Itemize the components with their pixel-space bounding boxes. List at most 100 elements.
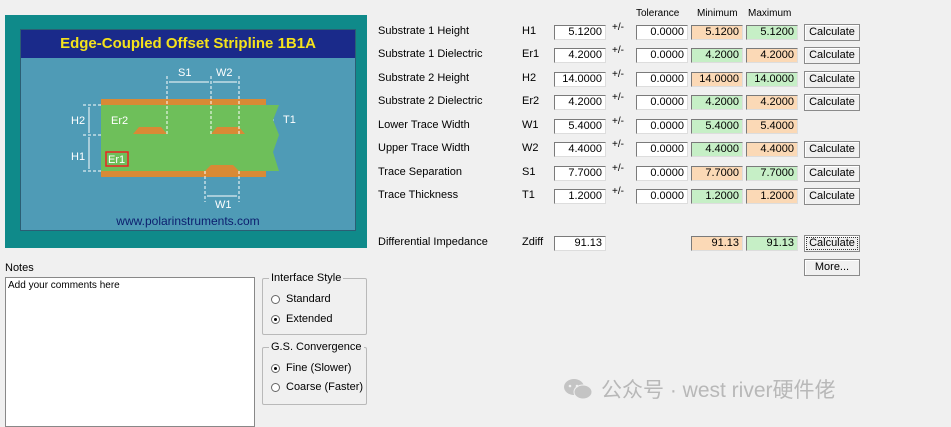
param-plusminus: +/- <box>612 92 624 103</box>
param-label: Trace Separation <box>378 166 462 178</box>
bottom-plane <box>101 171 266 177</box>
impedance-symbol: Zdiff <box>522 236 544 248</box>
watermark: 公众号 · west river硬件佬 <box>563 374 836 404</box>
top-plane <box>101 99 266 105</box>
radio-fine[interactable]: Fine (Slower) <box>271 362 351 374</box>
param-plusminus: +/- <box>612 163 624 174</box>
param-tolerance-input[interactable]: 0.0000 <box>636 95 688 110</box>
param-label: Lower Trace Width <box>378 119 470 131</box>
param-symbol: Er1 <box>522 48 540 60</box>
param-calculate-button[interactable]: Calculate <box>804 71 860 88</box>
header-maximum: Maximum <box>748 8 792 19</box>
param-plusminus: +/- <box>612 139 624 150</box>
param-min-value: 4.2000 <box>691 95 743 110</box>
trace-lower <box>205 165 239 171</box>
param-symbol: H2 <box>522 72 537 84</box>
param-max-value: 7.7000 <box>746 166 798 181</box>
param-label: Substrate 1 Height <box>378 25 470 37</box>
label-s1: S1 <box>178 67 191 79</box>
label-er2: Er2 <box>111 115 128 127</box>
interface-style-group: Interface Style Standard Extended <box>262 272 367 335</box>
radio-coarse-label: Coarse (Faster) <box>286 381 364 393</box>
param-label: Substrate 1 Dielectric <box>378 48 483 60</box>
label-w1: W1 <box>215 199 232 211</box>
param-value-input[interactable]: 4.2000 <box>554 95 606 110</box>
diagram-url: www.polarinstruments.com <box>116 214 260 228</box>
param-value-input[interactable]: 5.1200 <box>554 25 606 40</box>
wechat-icon <box>564 379 593 400</box>
param-max-value: 4.2000 <box>746 95 798 110</box>
radio-fine-indicator[interactable] <box>271 363 280 373</box>
stackup-drawing: S1 W2 T1 H2 Er2 H1 Er1 W1 <box>71 67 296 211</box>
param-calculate-button[interactable]: Calculate <box>804 47 860 64</box>
param-max-value: 5.1200 <box>746 25 798 40</box>
param-value-input[interactable]: 4.4000 <box>554 142 606 157</box>
radio-coarse-indicator[interactable] <box>271 382 280 392</box>
impedance-max: 91.13 <box>746 236 798 251</box>
param-symbol: W1 <box>522 119 539 131</box>
param-min-value: 4.4000 <box>691 142 743 157</box>
radio-extended[interactable]: Extended <box>271 313 332 325</box>
param-label: Trace Thickness <box>378 189 459 201</box>
param-value-input[interactable]: 1.2000 <box>554 189 606 204</box>
param-tolerance-input[interactable]: 0.0000 <box>636 72 688 87</box>
param-min-value: 4.2000 <box>691 48 743 63</box>
impedance-calculate-button[interactable]: Calculate <box>804 235 860 252</box>
param-calculate-button[interactable]: Calculate <box>804 24 860 41</box>
diagram-canvas: Edge-Coupled Offset Stripline 1B1A S1 W2… <box>20 29 356 231</box>
param-tolerance-input[interactable]: 0.0000 <box>636 166 688 181</box>
param-tolerance-input[interactable]: 0.0000 <box>636 119 688 134</box>
radio-standard-label: Standard <box>286 293 331 305</box>
param-plusminus: +/- <box>612 186 624 197</box>
notes-textarea[interactable]: Add your comments here <box>5 277 255 427</box>
convergence-title: G.S. Convergence <box>269 341 364 353</box>
label-t1: T1 <box>283 114 296 126</box>
impedance-min: 91.13 <box>691 236 743 251</box>
radio-coarse[interactable]: Coarse (Faster) <box>271 381 363 393</box>
param-value-input[interactable]: 4.2000 <box>554 48 606 63</box>
param-tolerance-input[interactable]: 0.0000 <box>636 48 688 63</box>
label-er1: Er1 <box>108 154 125 166</box>
more-button[interactable]: More... <box>804 259 860 276</box>
convergence-group: G.S. Convergence Fine (Slower) Coarse (F… <box>262 341 367 405</box>
param-calculate-button[interactable]: Calculate <box>804 165 860 182</box>
param-label: Substrate 2 Dielectric <box>378 95 483 107</box>
param-value-input[interactable]: 14.0000 <box>554 72 606 87</box>
param-symbol: H1 <box>522 25 537 37</box>
param-max-value: 4.2000 <box>746 48 798 63</box>
param-plusminus: +/- <box>612 22 624 33</box>
label-h2: H2 <box>71 115 85 127</box>
impedance-value[interactable]: 91.13 <box>554 236 606 251</box>
interface-style-title: Interface Style <box>269 272 344 284</box>
radio-fine-label: Fine (Slower) <box>286 362 352 374</box>
param-calculate-button[interactable]: Calculate <box>804 188 860 205</box>
radio-standard[interactable]: Standard <box>271 293 331 305</box>
radio-extended-indicator[interactable] <box>271 314 280 324</box>
param-label: Upper Trace Width <box>378 142 470 154</box>
trace-right <box>211 127 245 134</box>
param-max-value: 14.0000 <box>746 72 798 87</box>
trace-left <box>133 127 167 134</box>
param-tolerance-input[interactable]: 0.0000 <box>636 189 688 204</box>
param-calculate-button[interactable]: Calculate <box>804 94 860 111</box>
notes-label: Notes <box>5 262 34 274</box>
param-value-input[interactable]: 7.7000 <box>554 166 606 181</box>
param-tolerance-input[interactable]: 0.0000 <box>636 142 688 157</box>
watermark-text: 公众号 · west river硬件佬 <box>601 379 836 402</box>
param-plusminus: +/- <box>612 69 624 80</box>
impedance-label: Differential Impedance <box>378 236 488 248</box>
param-min-value: 5.4000 <box>691 119 743 134</box>
param-max-value: 5.4000 <box>746 119 798 134</box>
radio-extended-label: Extended <box>286 313 333 325</box>
param-symbol: W2 <box>522 142 539 154</box>
param-label: Substrate 2 Height <box>378 72 470 84</box>
radio-standard-indicator[interactable] <box>271 294 280 304</box>
param-max-value: 1.2000 <box>746 189 798 204</box>
stackup-diagram: Edge-Coupled Offset Stripline 1B1A S1 W2… <box>5 15 367 248</box>
header-tolerance: Tolerance <box>636 8 680 19</box>
param-plusminus: +/- <box>612 45 624 56</box>
param-min-value: 7.7000 <box>691 166 743 181</box>
param-tolerance-input[interactable]: 0.0000 <box>636 25 688 40</box>
param-value-input[interactable]: 5.4000 <box>554 119 606 134</box>
param-calculate-button[interactable]: Calculate <box>804 141 860 158</box>
